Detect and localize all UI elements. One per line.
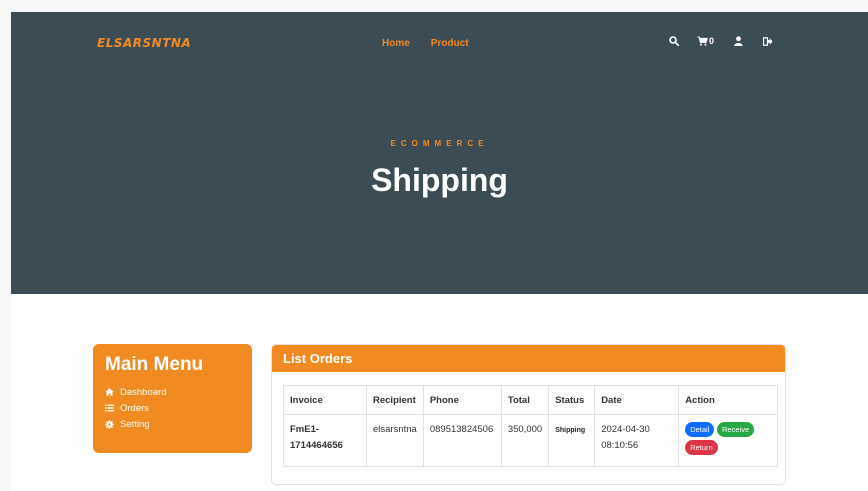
return-button[interactable]: Return bbox=[685, 440, 718, 455]
home-icon bbox=[105, 388, 114, 396]
orders-panel: List Orders Invoice Recipient Phone Tota… bbox=[271, 344, 786, 485]
cart-button[interactable]: 0 bbox=[697, 36, 714, 46]
date-cell: 2024-04-30 08:10:56 bbox=[594, 414, 680, 467]
menu-item-setting[interactable]: Setting bbox=[105, 416, 240, 432]
invoice-prefix: FmE1- bbox=[290, 424, 320, 435]
invoice-cell: FmE1- 1714464656 bbox=[283, 414, 367, 467]
table-row: FmE1- 1714464656 elsarsntna 089513824506… bbox=[283, 414, 779, 467]
user-icon[interactable] bbox=[734, 36, 743, 46]
hero-eyebrow: ECOMMERCE bbox=[390, 139, 489, 148]
menu-item-dashboard[interactable]: Dashboard bbox=[105, 384, 240, 400]
status-cell: Shipping bbox=[548, 414, 596, 467]
menu-item-orders[interactable]: Orders bbox=[105, 400, 240, 416]
table-header-row: Invoice Recipient Phone Total Status Dat… bbox=[283, 385, 779, 415]
status-badge: Shipping bbox=[555, 427, 586, 434]
action-cell: Detail Receive Return bbox=[678, 414, 779, 467]
logout-icon[interactable] bbox=[763, 36, 773, 46]
main-content: Main Menu Dashboard Orders Setting List … bbox=[11, 294, 868, 491]
order-time: 08:10:56 bbox=[601, 440, 639, 451]
menu-item-label: Orders bbox=[120, 402, 150, 414]
detail-button[interactable]: Detail bbox=[685, 422, 715, 437]
column-header-total: Total bbox=[500, 385, 550, 415]
menu-title: Main Menu bbox=[105, 354, 204, 375]
search-icon[interactable] bbox=[669, 36, 679, 46]
phone-cell: 089513824506 bbox=[422, 414, 502, 467]
recipient-cell: elsarsntna bbox=[366, 414, 424, 467]
main-menu: Main Menu Dashboard Orders Setting bbox=[93, 344, 252, 453]
column-header-invoice: Invoice bbox=[283, 385, 367, 415]
brand-logo[interactable]: ELSARSNTNA bbox=[97, 36, 191, 50]
list-icon bbox=[105, 404, 114, 412]
gear-icon bbox=[105, 419, 114, 429]
nav-product-link[interactable]: Product bbox=[431, 38, 469, 49]
column-header-date: Date bbox=[594, 385, 680, 415]
column-header-recipient: Recipient bbox=[366, 385, 424, 415]
header-icons: 0 bbox=[669, 36, 773, 46]
nav-home-link[interactable]: Home bbox=[382, 38, 410, 49]
column-header-status: Status bbox=[548, 385, 596, 415]
total-cell: 350,000 bbox=[500, 414, 550, 467]
page-left-margin bbox=[0, 0, 11, 491]
hero-banner: ELSARSNTNA Home Product 0 ECOMMERCE Ship… bbox=[11, 12, 868, 294]
orders-table: Invoice Recipient Phone Total Status Dat… bbox=[283, 385, 779, 467]
invoice-number: 1714464656 bbox=[290, 440, 343, 451]
order-date: 2024-04-30 bbox=[601, 424, 650, 435]
receive-button[interactable]: Receive bbox=[717, 422, 755, 437]
column-header-phone: Phone bbox=[422, 385, 502, 415]
cart-icon bbox=[697, 36, 708, 46]
column-header-action: Action bbox=[678, 385, 779, 415]
menu-item-label: Setting bbox=[120, 418, 150, 430]
page-top-margin bbox=[0, 0, 868, 12]
page: ELSARSNTNA Home Product 0 ECOMMERCE Ship… bbox=[0, 0, 868, 491]
menu-item-label: Dashboard bbox=[120, 386, 167, 398]
orders-title: List Orders bbox=[272, 345, 785, 372]
main-nav: Home Product bbox=[382, 38, 469, 49]
cart-count: 0 bbox=[709, 36, 715, 46]
page-title: Shipping bbox=[371, 162, 508, 198]
